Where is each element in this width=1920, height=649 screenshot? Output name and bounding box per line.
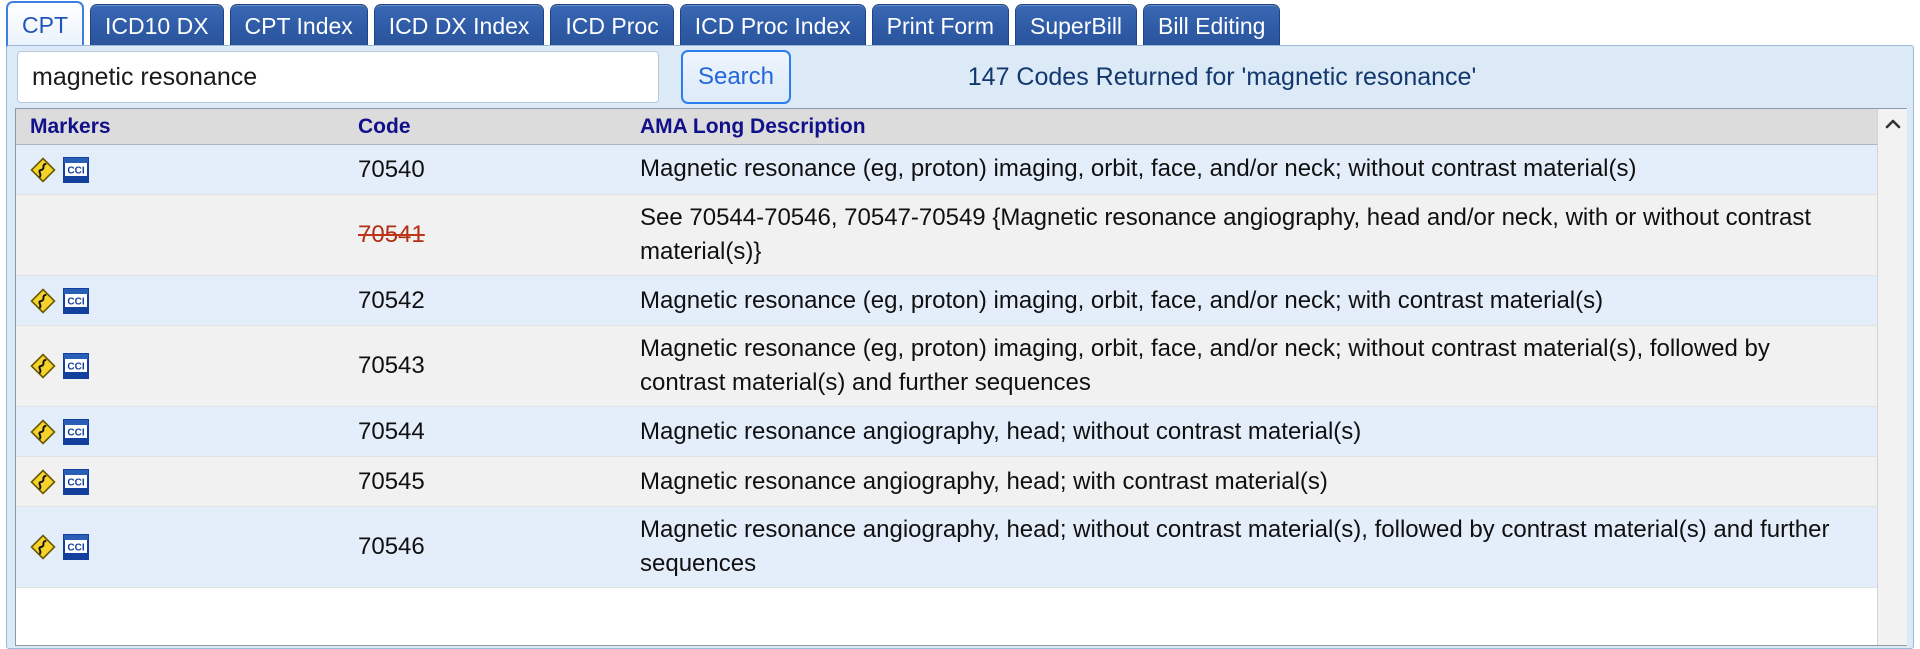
svg-text:CCI: CCI — [67, 362, 84, 373]
svg-text:CCI: CCI — [67, 477, 84, 488]
cci-icon[interactable]: CCI — [63, 287, 89, 314]
svg-text:CCI: CCI — [67, 296, 84, 307]
results-grid: Markers Code AMA Long Description CCI 705… — [15, 108, 1907, 646]
table-row[interactable]: CCI 70544 Magnetic resonance angiography, … — [16, 407, 1877, 458]
tab-print-form[interactable]: Print Form — [871, 4, 1009, 47]
cell-markers: CCI — [16, 468, 346, 495]
table-header-row: Markers Code AMA Long Description — [16, 109, 1877, 145]
svg-text:CCI: CCI — [67, 427, 84, 438]
column-header-code[interactable]: Code — [346, 115, 636, 139]
scrollbar-track[interactable] — [1877, 139, 1907, 645]
cci-icon[interactable]: CCI — [63, 353, 89, 380]
cell-description: Magnetic resonance angiography, head; wi… — [640, 417, 1362, 445]
warning-diamond-icon[interactable] — [30, 156, 56, 183]
cci-icon[interactable]: CCI — [63, 468, 89, 495]
tab-icd-dx-index[interactable]: ICD DX Index — [373, 4, 545, 47]
scroll-up-button[interactable] — [1877, 109, 1907, 139]
warning-diamond-icon[interactable] — [30, 419, 56, 445]
cell-markers: CCI — [16, 418, 346, 445]
table-row[interactable]: CCI 70540 Magnetic resonance (eg, proton) … — [16, 145, 1877, 195]
cell-description: Magnetic resonance (eg, proton) imaging,… — [640, 155, 1637, 183]
cell-markers: CCI — [16, 534, 346, 561]
cell-markers: CCI — [16, 353, 346, 380]
tab-icd-proc-index[interactable]: ICD Proc Index — [679, 4, 866, 47]
warning-diamond-icon[interactable] — [30, 353, 56, 379]
svg-text:CCI: CCI — [67, 165, 84, 176]
panel-right-edge — [1907, 108, 1913, 646]
cpt-code-lookup-app: CPT ICD10 DX CPT Index ICD DX Index ICD Proc… — [0, 0, 1920, 649]
table-row[interactable]: CCI 70546 Magnetic resonance angiography, … — [16, 507, 1877, 589]
search-bar: Search 147 Codes Returned for 'magnetic … — [7, 46, 1913, 108]
cell-code[interactable]: 70540 — [346, 156, 636, 184]
chevron-up-icon — [1885, 119, 1900, 129]
tab-icd-proc[interactable]: ICD Proc — [550, 4, 674, 47]
cell-code[interactable]: 70541 — [346, 221, 636, 249]
cell-code[interactable]: 70544 — [346, 418, 636, 446]
warning-diamond-icon[interactable] — [30, 469, 56, 495]
cell-description: Magnetic resonance angiography, head; wi… — [640, 516, 1830, 578]
table-row[interactable]: CCI 70543 Magnetic resonance (eg, proton) … — [16, 326, 1877, 408]
warning-diamond-icon[interactable] — [30, 288, 56, 314]
tab-superbill[interactable]: SuperBill — [1015, 4, 1138, 47]
tab-cpt-index[interactable]: CPT Index — [229, 4, 368, 47]
cci-icon[interactable]: CCI — [63, 418, 89, 445]
tab-icd10-dx[interactable]: ICD10 DX — [90, 4, 224, 47]
cell-markers: CCI — [16, 287, 346, 314]
search-input[interactable] — [17, 51, 659, 103]
cell-description: Magnetic resonance angiography, head; wi… — [640, 467, 1328, 495]
cell-code[interactable]: 70542 — [346, 287, 636, 315]
results-grid-body: Markers Code AMA Long Description CCI 705… — [16, 109, 1877, 645]
search-button[interactable]: Search — [681, 50, 791, 104]
main-tab-strip: CPT ICD10 DX CPT Index ICD DX Index ICD Proc… — [0, 0, 1920, 47]
tab-cpt[interactable]: CPT — [6, 1, 84, 47]
table-row[interactable]: CCI 70545 Magnetic resonance angiography, … — [16, 457, 1877, 508]
svg-text:CCI: CCI — [67, 543, 84, 554]
vertical-scrollbar[interactable] — [1877, 109, 1907, 645]
cell-description: Magnetic resonance (eg, proton) imaging,… — [640, 335, 1770, 397]
cell-code[interactable]: 70545 — [346, 468, 636, 496]
table-row[interactable]: 70541 See 70544-70546, 70547-70549 {Magne… — [16, 195, 1877, 277]
cell-code[interactable]: 70546 — [346, 533, 636, 561]
cell-code[interactable]: 70543 — [346, 352, 636, 380]
cell-description: Magnetic resonance (eg, proton) imaging,… — [640, 286, 1604, 314]
cci-icon[interactable]: CCI — [63, 156, 89, 183]
cell-description: See 70544-70546, 70547-70549 {Magnetic r… — [640, 204, 1812, 266]
table-rows-container: CCI 70540 Magnetic resonance (eg, proton) … — [16, 145, 1877, 589]
cci-icon[interactable]: CCI — [63, 534, 89, 561]
result-count-label: 147 Codes Returned for 'magnetic resonan… — [967, 62, 1477, 91]
cell-markers: CCI — [16, 156, 346, 183]
column-header-description[interactable]: AMA Long Description — [636, 115, 1877, 139]
warning-diamond-icon[interactable] — [30, 534, 56, 561]
tab-bill-editing[interactable]: Bill Editing — [1143, 4, 1281, 47]
search-results-panel: Search 147 Codes Returned for 'magnetic … — [6, 45, 1914, 649]
table-row[interactable]: CCI 70542 Magnetic resonance (eg, proton) … — [16, 276, 1877, 327]
column-header-markers[interactable]: Markers — [16, 115, 346, 139]
